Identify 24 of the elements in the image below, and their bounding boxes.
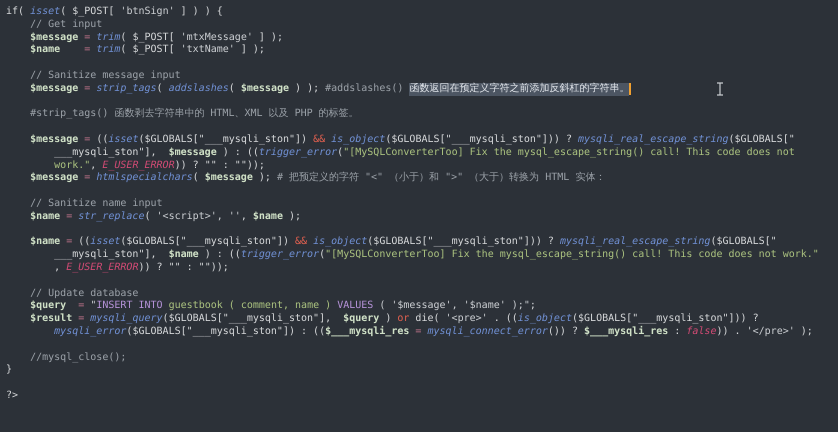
code-line: $message = trim( $_POST[ 'mtxMessage' ] );: [29, 32, 283, 44]
code-line: // Sanitize message input: [29, 70, 181, 83]
code-line: , E_USER_ERROR)) ? "" : ""));: [53, 262, 229, 275]
code-line: $query = "INSERT INTO guestbook ( comment, name ) VALUES ( '$message', '$name' );";: [29, 300, 536, 313]
code-line: //mysql_close();: [29, 352, 126, 364]
text-cursor-icon: [716, 82, 724, 96]
code-line: ?>: [6, 390, 18, 403]
code-line: $message = htmlspecialchars( $message ); # 把预定义的字符 "<" （小于）和 ">" （大于）转换为 HTML 实体：: [29, 172, 606, 186]
code-line: $name = trim( $_POST[ 'txtName' ] );: [29, 44, 265, 58]
code-line: #strip_tags() 函数剥去字符串中的 HTML、XML 以及 PHP 的标签。: [29, 108, 359, 122]
code-line: }: [6, 364, 12, 378]
code-line: $message = strip_tags( addslashes( $message ) ); #addslashes() 函数返回在预定义字符之前添加反斜杠的字符串。: [29, 82, 632, 96]
code-line: $name = ((isset($GLOBALS["___mysqli_ston"]) && is_object($GLOBALS["___mysqli_ston"])) ? mysqli_real_escape_string($GLOBALS[": [29, 236, 777, 249]
code-line: ___mysqli_ston"], $name ) : ((trigger_error("[MySQLConverterToo] Fix the mysql_escape_string() call! This code does not work.": [53, 249, 819, 262]
code-line: ___mysqli_ston"], $message ) : ((trigger_error("[MySQLConverterToo] Fix the mysql_escape_string() call! This code does not: [53, 146, 795, 160]
code-line: work.", E_USER_ERROR)) ? "" : ""));: [53, 160, 265, 172]
code-line: if( isset( $_POST[ 'btnSign' ] ) ) {: [6, 6, 223, 19]
code-line: $message = ((isset($GLOBALS["___mysqli_ston"]) && is_object($GLOBALS["___mysqli_ston"])) ? mysqli_real_escape_string($GLOBALS[": [29, 134, 795, 147]
code-line: mysqli_error($GLOBALS["___mysqli_ston"]) : (($___mysqli_res = mysqli_connect_error()) ? $___mysqli_res : false)) . '</pre>' );: [53, 326, 813, 339]
code-line: $result = mysqli_query($GLOBALS["___mysqli_ston"], $query ) or die( '<pre>' . ((is_object($GLOBALS["___mysqli_ston"])) ?: [29, 313, 759, 326]
code-line: // Sanitize name input: [29, 198, 163, 211]
code-line: // Get input: [29, 18, 102, 32]
code-line: // Update database: [29, 288, 138, 300]
code-line: $name = str_replace( '<script>', '', $name );: [29, 210, 302, 224]
